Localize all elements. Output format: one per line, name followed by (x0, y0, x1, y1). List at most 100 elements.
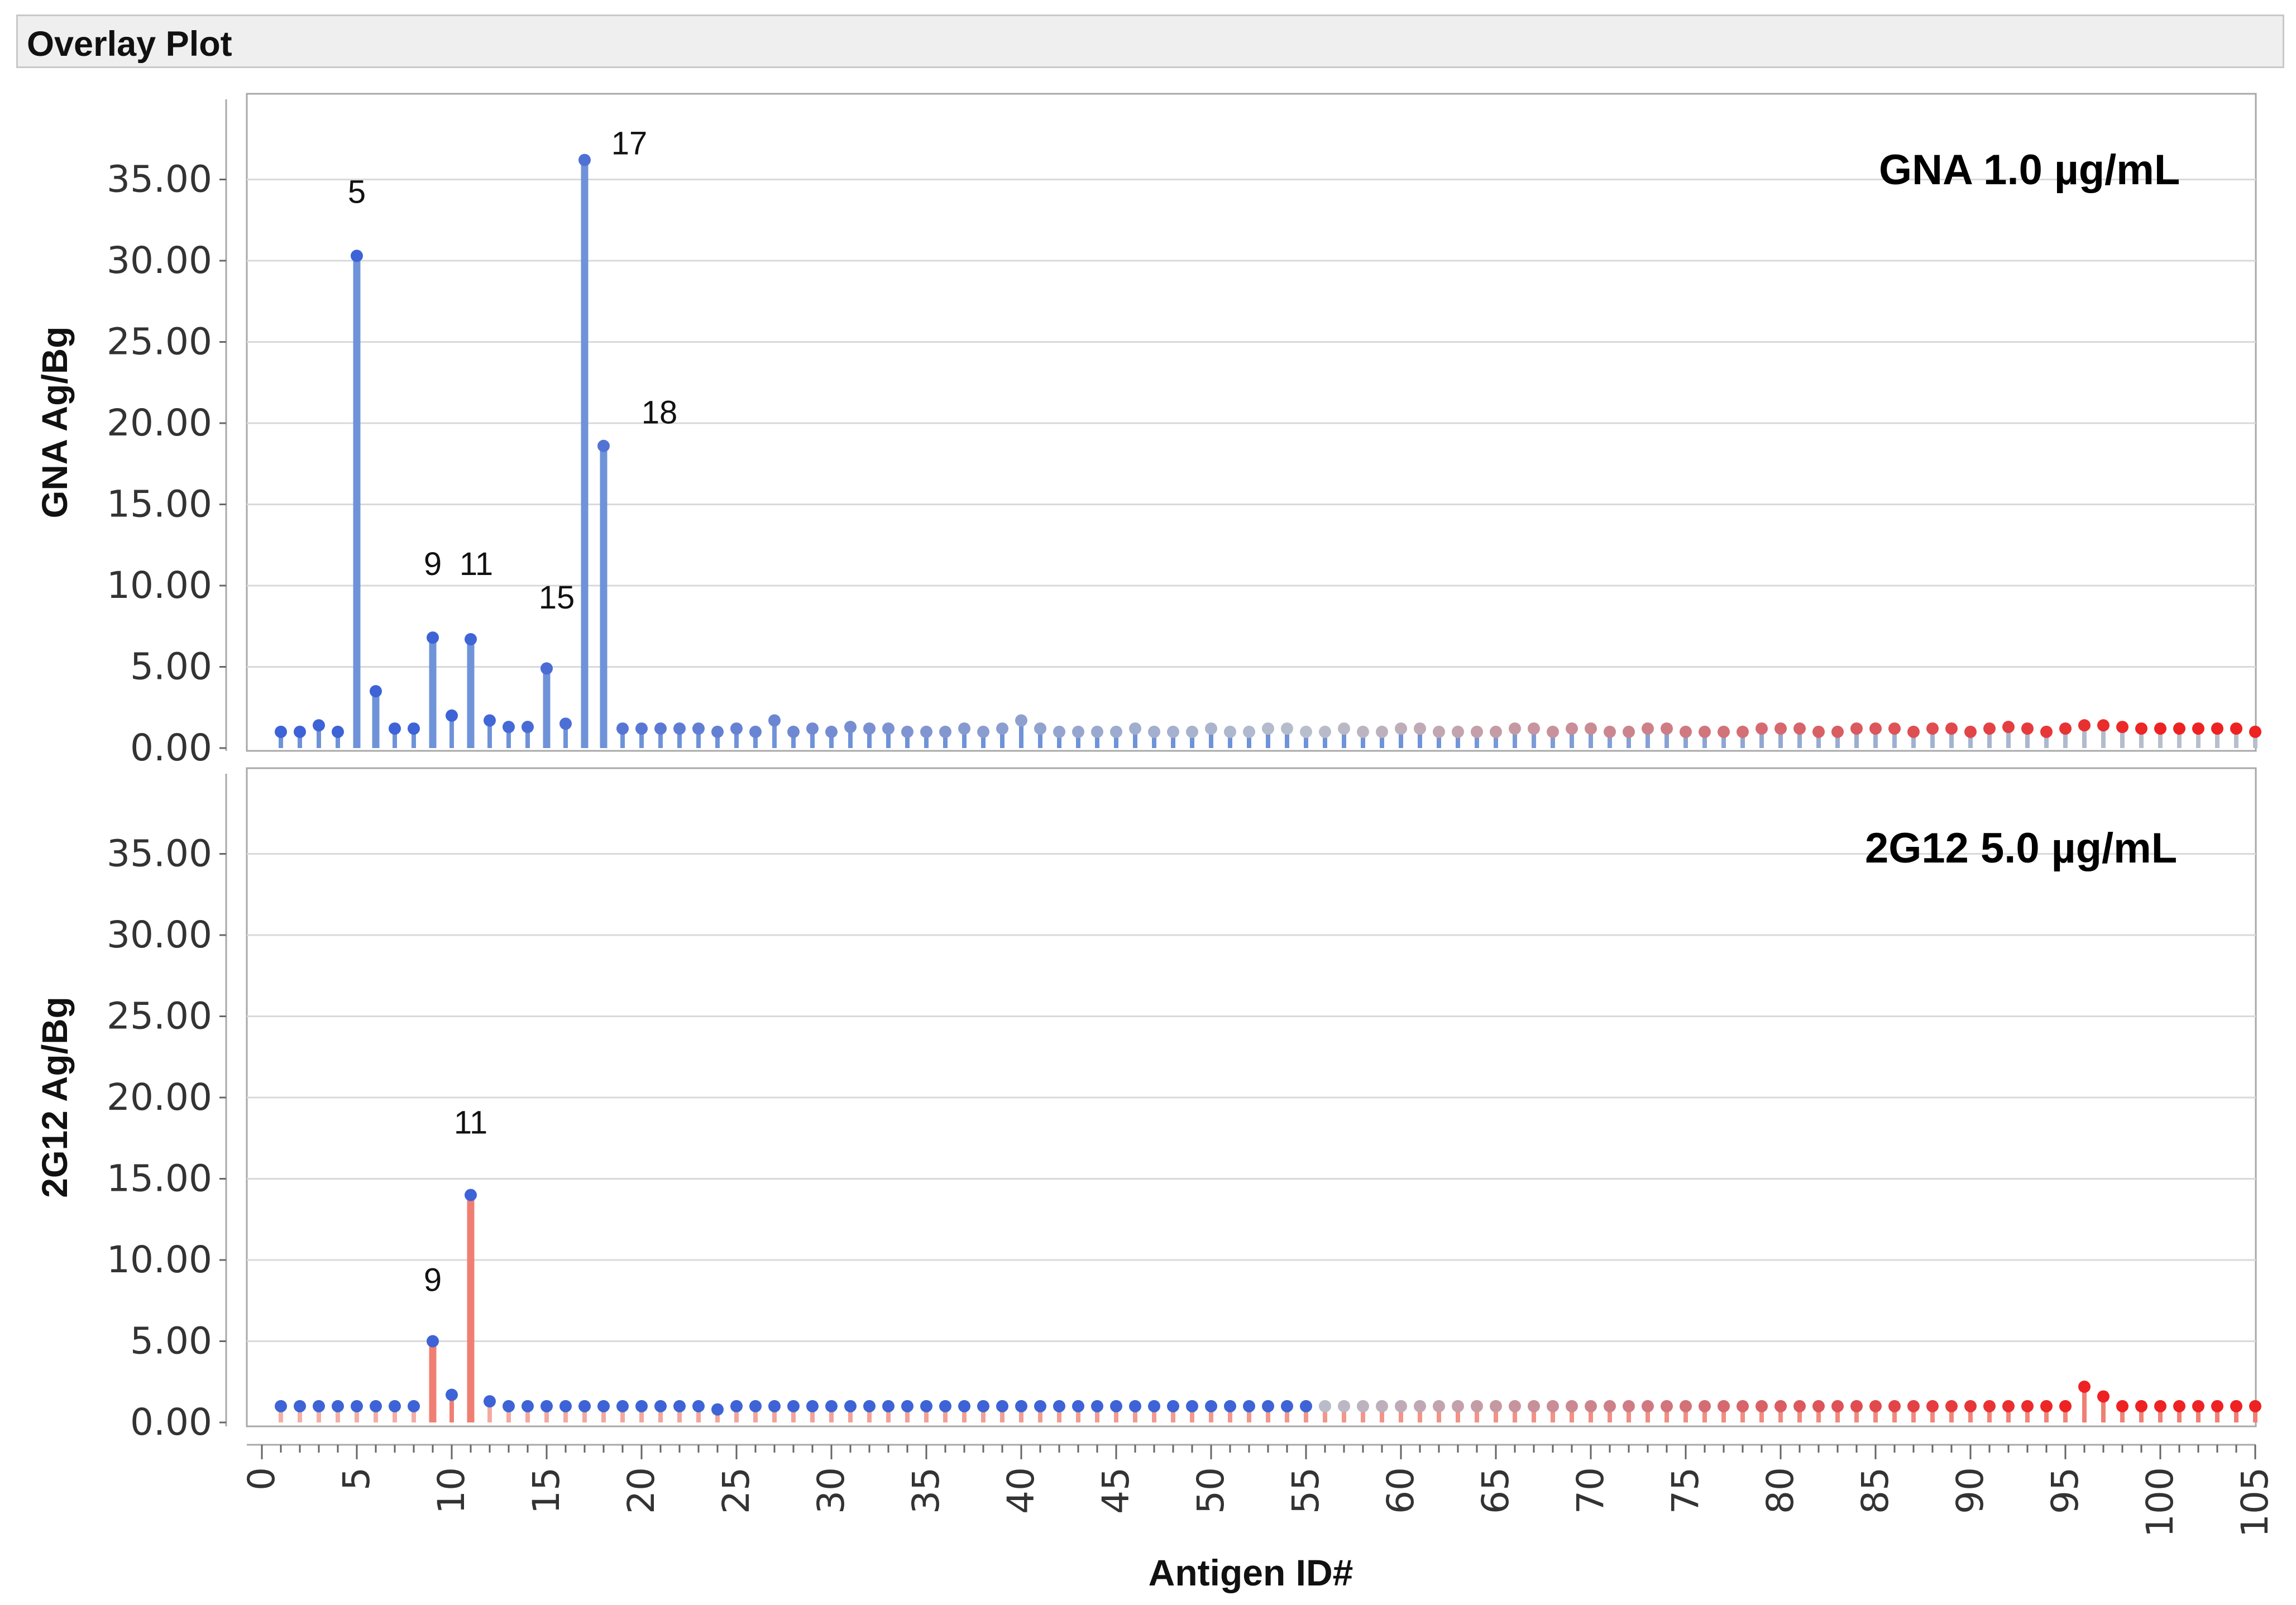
data-point (2078, 1380, 2091, 1393)
data-point (2040, 1400, 2053, 1412)
x-tick-label: 65 (1474, 1467, 1517, 1514)
data-point (370, 685, 382, 698)
data-point (1604, 1400, 1616, 1412)
data-point (2154, 722, 2166, 735)
data-point (1888, 722, 1901, 735)
y-axis-title: 2G12 Ag/Bg (35, 996, 75, 1197)
data-point (1737, 1400, 1749, 1412)
data-point (1167, 725, 1179, 738)
y-tick-label: 25.00 (107, 320, 212, 363)
x-tick-label: 50 (1189, 1467, 1232, 1514)
data-point (825, 1400, 838, 1412)
data-point (1015, 714, 1027, 727)
data-point (654, 722, 667, 735)
data-point (1452, 1400, 1464, 1412)
data-point (484, 714, 496, 727)
data-point (787, 725, 800, 738)
data-point (901, 1400, 913, 1412)
data-point (1053, 1400, 1065, 1412)
data-point (597, 1400, 610, 1412)
x-tick-label: 75 (1664, 1467, 1707, 1514)
data-point (465, 1189, 477, 1201)
peak-label: 15 (539, 579, 575, 616)
data-point (1907, 725, 1920, 738)
data-point (1262, 722, 1274, 735)
data-point (2173, 1400, 2185, 1412)
data-point (1433, 1400, 1445, 1412)
data-point (332, 725, 344, 738)
data-point (1338, 722, 1350, 735)
data-point (1338, 1400, 1350, 1412)
peak-label: 11 (460, 546, 493, 582)
data-point (730, 1400, 743, 1412)
data-point (1661, 722, 1673, 735)
data-point (1737, 725, 1749, 738)
data-point (1964, 725, 1977, 738)
data-point (294, 725, 306, 738)
data-point (1756, 722, 1768, 735)
x-tick-label: 35 (905, 1467, 948, 1514)
data-point (692, 722, 705, 735)
overlay-plot-chart: 0.00 5.00 10.00 15.00 20.00 25.00 30.00 35.00 GN… (35, 93, 2276, 1593)
data-point (730, 722, 743, 735)
data-point (1888, 1400, 1901, 1412)
data-point (1869, 722, 1882, 735)
data-point (692, 1400, 705, 1412)
data-point (1812, 725, 1825, 738)
data-point (1072, 725, 1084, 738)
data-point (465, 633, 477, 646)
data-point (1148, 725, 1160, 738)
data-point (1547, 725, 1559, 738)
data-point (749, 725, 762, 738)
peak-label: 18 (642, 395, 678, 431)
y-tick-label: 35.00 (107, 832, 212, 875)
data-point (1869, 1400, 1882, 1412)
y-tick-label: 30.00 (107, 239, 212, 282)
data-point (389, 722, 401, 735)
data-point (1623, 725, 1635, 738)
data-point (578, 1400, 591, 1412)
data-point (1623, 1400, 1635, 1412)
peak-label: 5 (348, 174, 366, 210)
data-point (711, 1403, 724, 1416)
data-point (2192, 722, 2204, 735)
data-point (427, 1335, 439, 1348)
data-point (1756, 1400, 1768, 1412)
panel-label: 2G12 5.0 µg/mL (1865, 825, 2177, 872)
data-point (2021, 722, 2034, 735)
data-point (1585, 722, 1597, 735)
data-point (1357, 725, 1369, 738)
data-point (1718, 725, 1730, 738)
data-point (920, 725, 932, 738)
x-tick-label: 0 (240, 1467, 283, 1491)
data-point (351, 1400, 363, 1412)
data-point (1395, 1400, 1407, 1412)
data-point (275, 725, 287, 738)
data-point (484, 1395, 496, 1408)
data-point (635, 1400, 648, 1412)
data-point (2116, 1400, 2128, 1412)
y-tick-label: 25.00 (107, 995, 212, 1038)
data-point (1376, 1400, 1388, 1412)
data-point (1604, 725, 1616, 738)
x-tick-label: 40 (999, 1467, 1042, 1514)
data-point (1585, 1400, 1597, 1412)
data-point (2059, 1400, 2072, 1412)
x-tick-label: 5 (335, 1467, 378, 1491)
x-tick-label: 10 (430, 1467, 473, 1514)
data-point (844, 1400, 857, 1412)
data-point (1793, 1400, 1806, 1412)
data-point (1281, 722, 1293, 735)
y-tick-label: 20.00 (107, 401, 212, 444)
data-point (275, 1400, 287, 1412)
data-point (1661, 1400, 1673, 1412)
data-point (313, 719, 325, 732)
data-point (2192, 1400, 2204, 1412)
data-point (408, 1400, 420, 1412)
data-point (1983, 1400, 1996, 1412)
data-point (673, 722, 686, 735)
y-tick-label: 0.00 (130, 1401, 212, 1444)
data-point (1831, 1400, 1844, 1412)
data-point (1528, 722, 1540, 735)
data-point (1376, 725, 1388, 738)
